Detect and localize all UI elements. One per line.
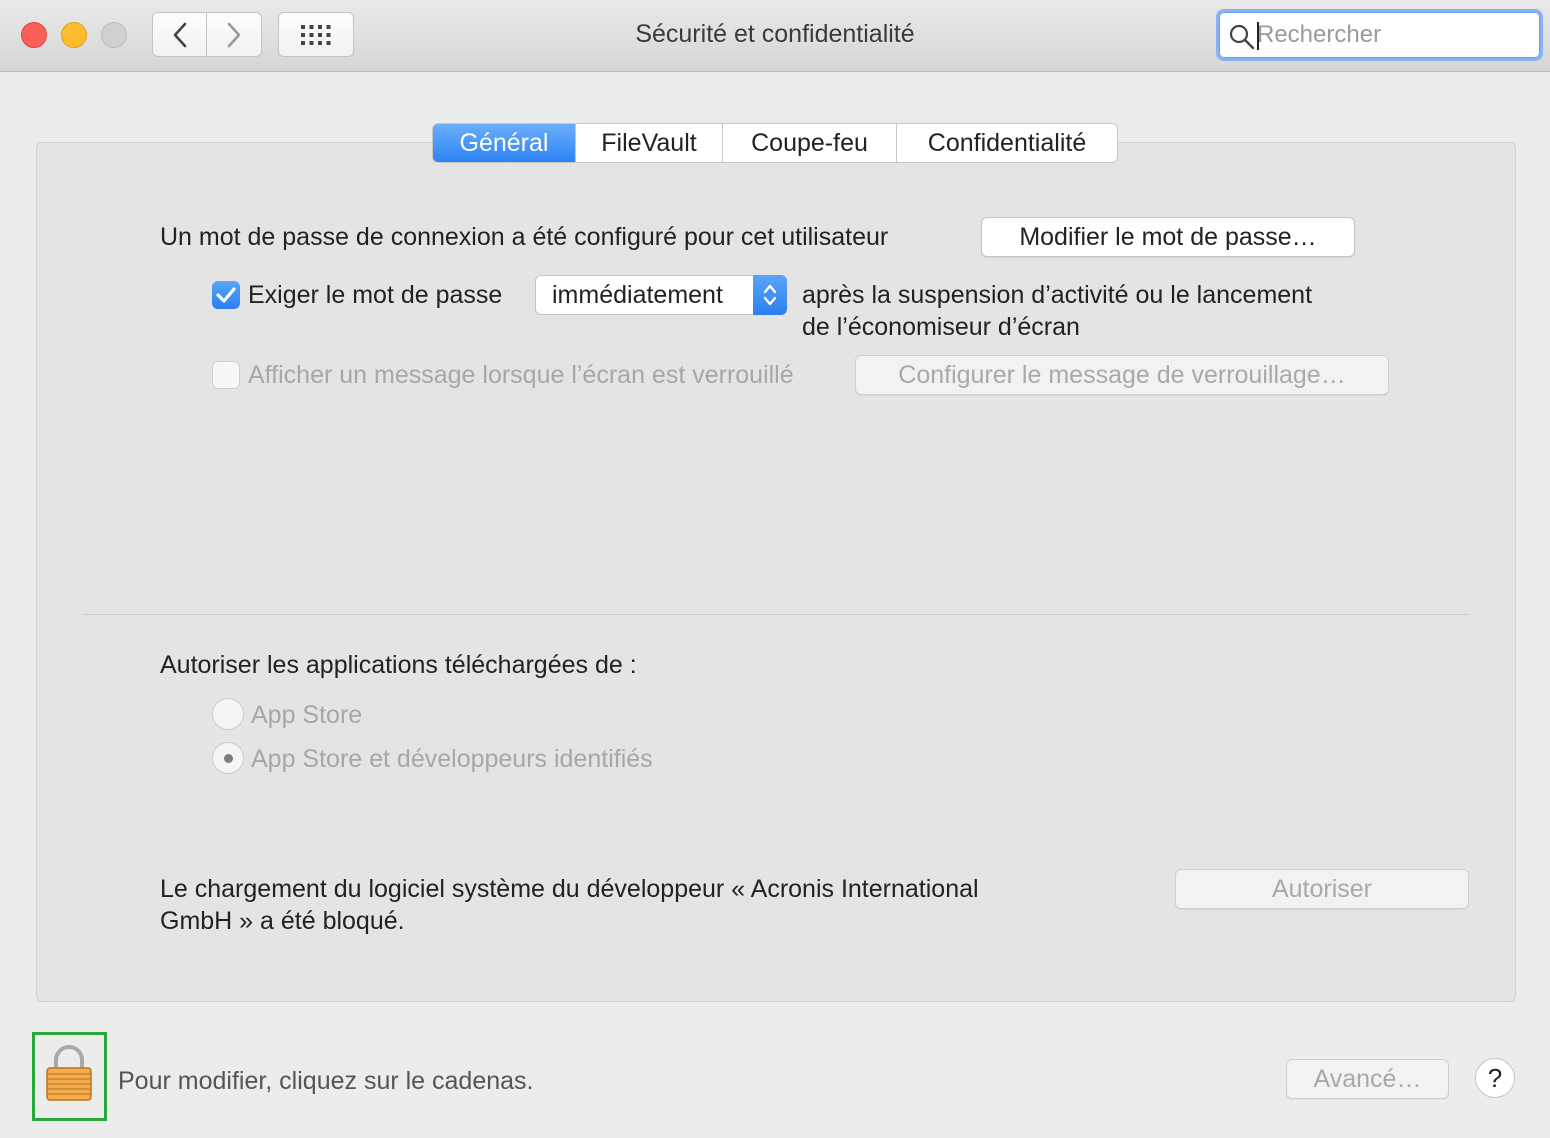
delay-description-line1: après la suspension d’activité ou le lan… [802,281,1313,309]
lock-button[interactable] [44,1044,94,1107]
password-delay-value: immédiatement [552,281,723,309]
search-field[interactable] [1216,9,1543,61]
chevron-updown-icon [763,284,777,306]
lock-instruction: Pour modifier, cliquez sur le cadenas. [118,1067,534,1095]
radio-app-store-identified-label: App Store et développeurs identifiés [251,745,653,773]
allow-button[interactable]: Autoriser [1175,869,1469,909]
tab-privacy[interactable]: Confidentialité [897,124,1117,162]
advanced-button[interactable]: Avancé… [1286,1059,1449,1099]
title-bar: Sécurité et confidentialité [0,0,1550,72]
radio-app-store-label: App Store [251,701,363,729]
show-message-label: Afficher un message lorsque l’écran est … [248,361,794,389]
section-divider [82,614,1470,615]
blocked-message-line2: GmbH » a été bloqué. [160,907,405,935]
blocked-message-line1: Le chargement du logiciel système du dév… [160,875,979,903]
tab-general[interactable]: Général [433,124,576,162]
tab-firewall[interactable]: Coupe-feu [723,124,897,162]
password-set-label: Un mot de passe de connexion a été confi… [160,223,889,251]
radio-app-store-identified[interactable] [212,742,244,774]
padlock-icon [46,1045,92,1101]
delay-description-line2: de l’économiseur d’écran [802,313,1080,341]
require-password-label: Exiger le mot de passe [248,281,503,309]
help-button[interactable]: ? [1475,1058,1515,1098]
checkmark-icon [216,287,236,303]
radio-selected-dot [224,754,233,763]
search-icon [1229,24,1255,50]
configure-message-button[interactable]: Configurer le message de verrouillage… [855,355,1389,395]
require-password-checkbox[interactable] [212,281,240,309]
change-password-button[interactable]: Modifier le mot de passe… [981,217,1355,257]
tab-filevault[interactable]: FileVault [576,124,723,162]
search-input[interactable] [1257,17,1527,53]
show-message-checkbox[interactable] [212,361,240,389]
text-caret [1257,22,1259,50]
allow-apps-heading: Autoriser les applications téléchargées … [160,651,637,679]
password-delay-select[interactable]: immédiatement [535,275,787,315]
radio-app-store[interactable] [212,698,244,730]
tab-bar: Général FileVault Coupe-feu Confidential… [432,123,1118,163]
select-stepper [753,275,787,315]
